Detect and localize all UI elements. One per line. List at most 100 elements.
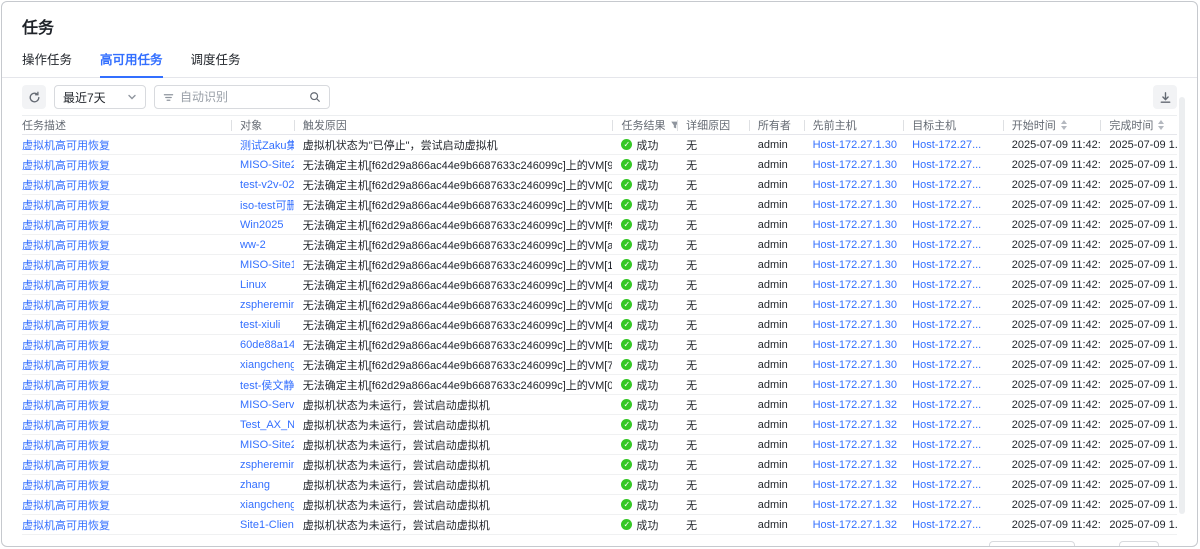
cell-object[interactable]: ww-2 (231, 235, 294, 254)
cell-target-host[interactable]: Host-172.27... (903, 315, 1003, 334)
cell-task-description[interactable]: 虚拟机高可用恢复 (22, 155, 231, 174)
cell-previous-host-link[interactable]: Host-172.27.1.30 (813, 339, 897, 351)
cell-object-link[interactable]: MISO-Site2... (240, 439, 294, 451)
cell-previous-host[interactable]: Host-172.27.1.32 (804, 395, 904, 414)
cell-target-host[interactable]: Host-172.27... (903, 415, 1003, 434)
cell-previous-host[interactable]: Host-172.27.1.30 (804, 315, 904, 334)
cell-task-description[interactable]: 虚拟机高可用恢复 (22, 475, 231, 494)
sort-icon[interactable] (1158, 120, 1164, 130)
cell-target-host-link[interactable]: Host-172.27... (912, 319, 981, 331)
cell-object[interactable]: test-xiuli (231, 315, 294, 334)
cell-object[interactable]: Test_AX_Na... (231, 415, 294, 434)
cell-object[interactable]: MISO-Site2... (231, 155, 294, 174)
cell-previous-host-link[interactable]: Host-172.27.1.30 (813, 139, 897, 151)
cell-task-description[interactable]: 虚拟机高可用恢复 (22, 435, 231, 454)
cell-target-host-link[interactable]: Host-172.27... (912, 459, 981, 471)
cell-object[interactable]: MISO-Site2... (231, 435, 294, 454)
cell-previous-host-link[interactable]: Host-172.27.1.30 (813, 199, 897, 211)
cell-task-description-link[interactable]: 虚拟机高可用恢复 (22, 157, 110, 173)
cell-task-description[interactable]: 虚拟机高可用恢复 (22, 315, 231, 334)
cell-target-host-link[interactable]: Host-172.27... (912, 299, 981, 311)
cell-target-host[interactable]: Host-172.27... (903, 515, 1003, 534)
cell-task-description[interactable]: 虚拟机高可用恢复 (22, 355, 231, 374)
cell-previous-host-link[interactable]: Host-172.27.1.30 (813, 299, 897, 311)
cell-target-host-link[interactable]: Host-172.27... (912, 259, 981, 271)
cell-previous-host-link[interactable]: Host-172.27.1.30 (813, 179, 897, 191)
cell-previous-host[interactable]: Host-172.27.1.32 (804, 475, 904, 494)
cell-previous-host-link[interactable]: Host-172.27.1.32 (813, 399, 897, 411)
cell-task-description-link[interactable]: 虚拟机高可用恢复 (22, 177, 110, 193)
cell-previous-host[interactable]: Host-172.27.1.30 (804, 355, 904, 374)
cell-object[interactable]: xiangcheng.... (231, 495, 294, 514)
cell-target-host-link[interactable]: Host-172.27... (912, 199, 981, 211)
cell-previous-host[interactable]: Host-172.27.1.30 (804, 215, 904, 234)
cell-target-host[interactable]: Host-172.27... (903, 195, 1003, 214)
filter-icon[interactable] (670, 120, 677, 130)
prev-page-button[interactable]: ‹ (781, 542, 801, 548)
cell-task-description[interactable]: 虚拟机高可用恢复 (22, 295, 231, 314)
search-input[interactable] (180, 90, 303, 104)
cell-target-host-link[interactable]: Host-172.27... (912, 139, 981, 151)
cell-object[interactable]: Site1-Client1 (231, 515, 294, 534)
cell-task-description[interactable]: 虚拟机高可用恢复 (22, 175, 231, 194)
cell-object-link[interactable]: test-v2v-02 (240, 179, 294, 191)
cell-object-link[interactable]: zhang (240, 479, 270, 491)
cell-task-description-link[interactable]: 虚拟机高可用恢复 (22, 297, 110, 313)
cell-object-link[interactable]: 测试Zaku集... (240, 137, 294, 153)
cell-object-link[interactable]: zspheremim... (240, 299, 294, 311)
cell-object[interactable]: zhang (231, 475, 294, 494)
cell-previous-host-link[interactable]: Host-172.27.1.32 (813, 419, 897, 431)
cell-object[interactable]: test-v2v-02 (231, 175, 294, 194)
cell-target-host[interactable]: Host-172.27... (903, 235, 1003, 254)
download-button[interactable] (1153, 85, 1177, 109)
cell-object-link[interactable]: Site1-Client1 (240, 519, 294, 531)
cell-object-link[interactable]: xiangcheng.... (240, 359, 294, 371)
cell-object[interactable]: zspheremim... (231, 295, 294, 314)
cell-target-host-link[interactable]: Host-172.27... (912, 159, 981, 171)
cell-target-host[interactable]: Host-172.27... (903, 395, 1003, 414)
cell-object[interactable]: MISO-Serve... (231, 395, 294, 414)
cell-task-description[interactable]: 虚拟机高可用恢复 (22, 375, 231, 394)
cell-target-host-link[interactable]: Host-172.27... (912, 499, 981, 511)
cell-previous-host[interactable]: Host-172.27.1.30 (804, 175, 904, 194)
search-icon[interactable] (309, 91, 321, 103)
cell-previous-host-link[interactable]: Host-172.27.1.32 (813, 439, 897, 451)
cell-task-description-link[interactable]: 虚拟机高可用恢复 (22, 457, 110, 473)
cell-target-host-link[interactable]: Host-172.27... (912, 239, 981, 251)
cell-object-link[interactable]: Win2025 (240, 219, 283, 231)
cell-target-host-link[interactable]: Host-172.27... (912, 439, 981, 451)
next-page-button[interactable]: › (957, 542, 977, 548)
page-button-31[interactable]: 31 (935, 542, 955, 548)
cell-target-host-link[interactable]: Host-172.27... (912, 339, 981, 351)
cell-target-host-link[interactable]: Host-172.27... (912, 519, 981, 531)
cell-target-host[interactable]: Host-172.27... (903, 275, 1003, 294)
tab-scheduled-tasks[interactable]: 调度任务 (191, 49, 241, 77)
cell-target-host[interactable]: Host-172.27... (903, 215, 1003, 234)
cell-task-description[interactable]: 虚拟机高可用恢复 (22, 255, 231, 274)
tab-ha-tasks[interactable]: 高可用任务 (100, 49, 163, 78)
cell-task-description-link[interactable]: 虚拟机高可用恢复 (22, 257, 110, 273)
cell-task-description[interactable]: 虚拟机高可用恢复 (22, 495, 231, 514)
cell-target-host-link[interactable]: Host-172.27... (912, 279, 981, 291)
cell-object[interactable]: MISO-Site1... (231, 255, 294, 274)
cell-target-host[interactable]: Host-172.27... (903, 135, 1003, 154)
cell-previous-host[interactable]: Host-172.27.1.32 (804, 495, 904, 514)
cell-target-host[interactable]: Host-172.27... (903, 375, 1003, 394)
cell-task-description-link[interactable]: 虚拟机高可用恢复 (22, 497, 110, 513)
cell-previous-host[interactable]: Host-172.27.1.32 (804, 415, 904, 434)
cell-target-host[interactable]: Host-172.27... (903, 495, 1003, 514)
cell-target-host-link[interactable]: Host-172.27... (912, 359, 981, 371)
cell-task-description-link[interactable]: 虚拟机高可用恢复 (22, 477, 110, 493)
jump-page-input[interactable] (1119, 541, 1159, 548)
cell-previous-host-link[interactable]: Host-172.27.1.30 (813, 259, 897, 271)
page-button-1[interactable]: 1 (803, 542, 823, 548)
cell-previous-host[interactable]: Host-172.27.1.30 (804, 375, 904, 394)
cell-object-link[interactable]: MISO-Serve... (240, 399, 294, 411)
cell-target-host[interactable]: Host-172.27... (903, 355, 1003, 374)
cell-task-description-link[interactable]: 虚拟机高可用恢复 (22, 337, 110, 353)
cell-previous-host-link[interactable]: Host-172.27.1.32 (813, 459, 897, 471)
cell-previous-host-link[interactable]: Host-172.27.1.30 (813, 159, 897, 171)
cell-object-link[interactable]: MISO-Site1... (240, 259, 294, 271)
cell-target-host-link[interactable]: Host-172.27... (912, 399, 981, 411)
cell-task-description-link[interactable]: 虚拟机高可用恢复 (22, 237, 110, 253)
